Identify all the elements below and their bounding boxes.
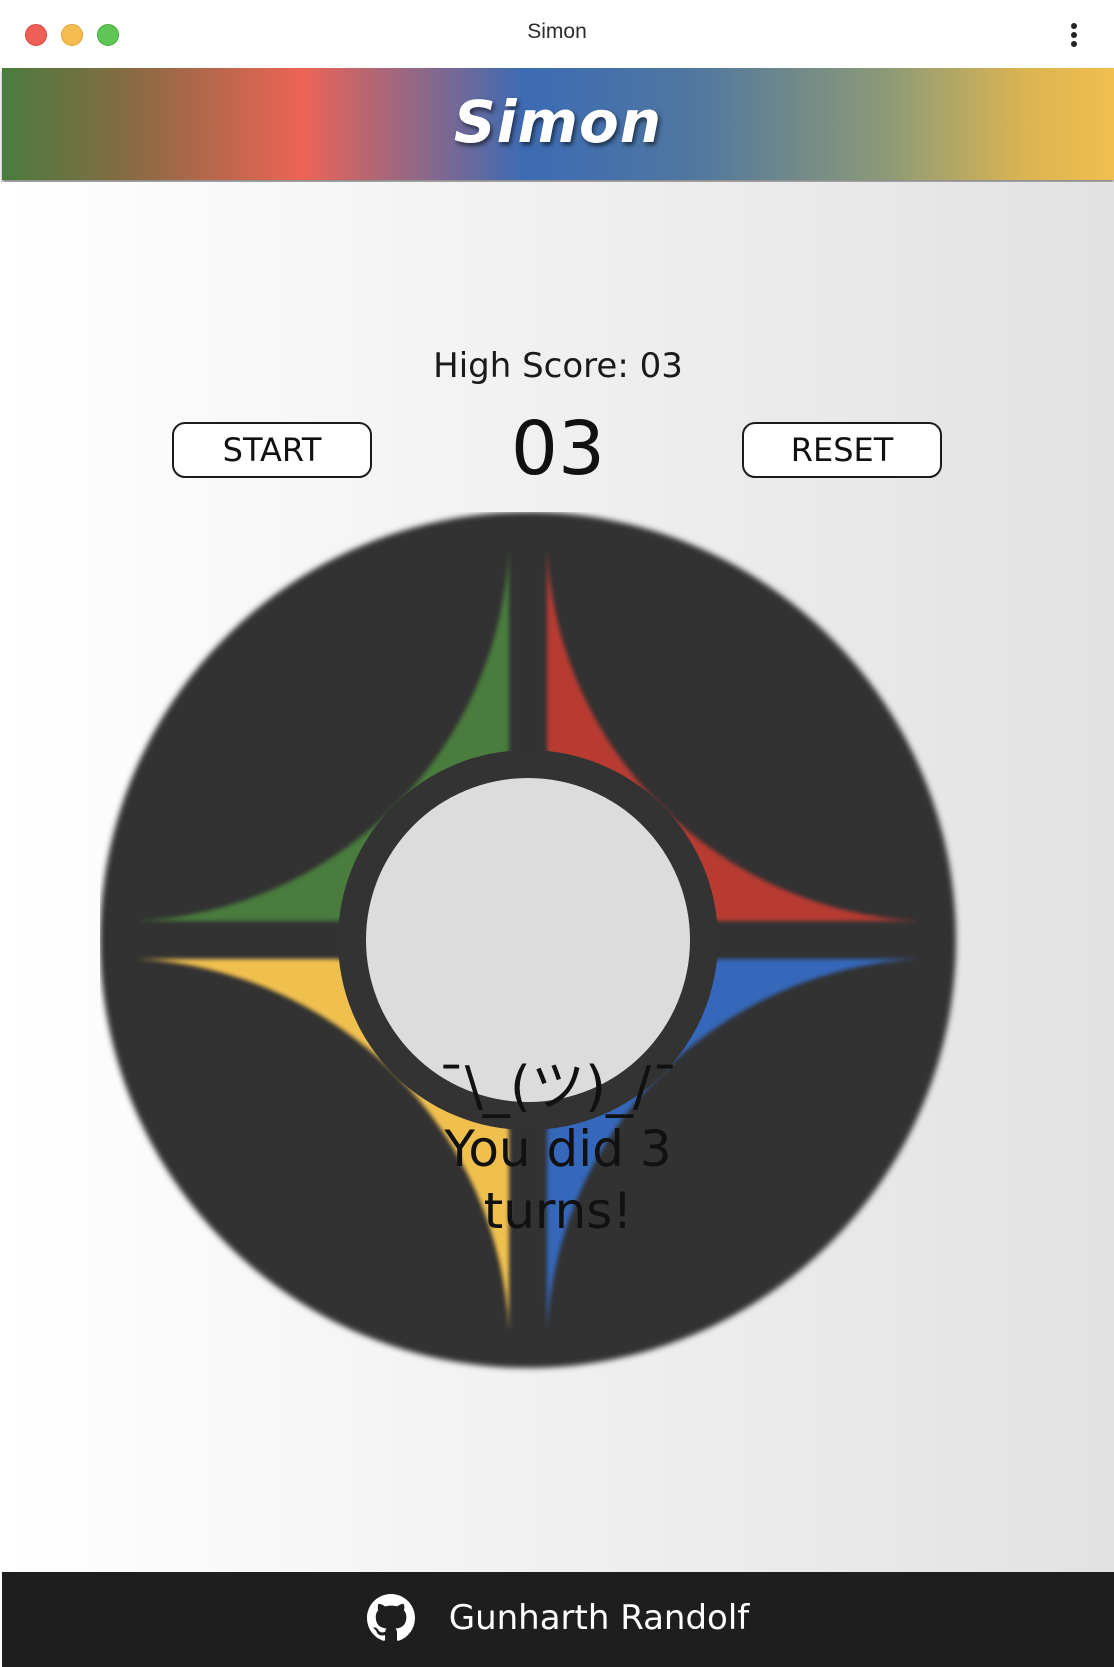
high-score: High Score: 03	[433, 346, 683, 386]
simon-board: ¯\_(ツ)_/¯ You did 3 turns!	[100, 512, 1016, 1428]
reset-button[interactable]: RESET	[742, 422, 942, 478]
author-name[interactable]: Gunharth Randolf	[449, 1598, 750, 1638]
app-window: Simon Simon High Score: 03 START 03 RESE…	[0, 0, 1114, 1667]
more-options-icon[interactable]	[1064, 20, 1084, 50]
game-area: High Score: 03 START 03 RESET ¯\_(ツ)_/¯ …	[2, 182, 1114, 1572]
header-banner: Simon	[2, 68, 1114, 180]
result-message-line1: You did 3	[444, 1120, 672, 1178]
shrug-emoticon: ¯\_(ツ)_/¯	[437, 1055, 679, 1118]
simon-board-graphic	[100, 512, 956, 1368]
footer: Gunharth Randolf	[2, 1572, 1114, 1667]
title-bar: Simon	[0, 0, 1114, 68]
github-icon[interactable]	[366, 1594, 415, 1642]
page-title: Simon	[453, 88, 663, 156]
window-title: Simon	[527, 20, 587, 43]
turn-counter: 03	[510, 406, 606, 492]
result-message-line2: turns!	[483, 1182, 633, 1240]
